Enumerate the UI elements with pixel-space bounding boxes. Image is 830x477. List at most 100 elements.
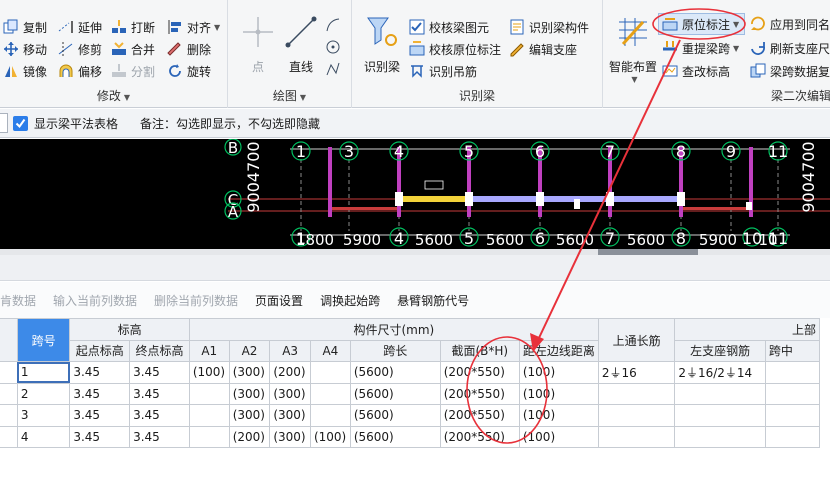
toolbar-copy-span-data[interactable]: 肯数据 bbox=[0, 292, 36, 309]
cell-end-elevation[interactable]: 3.45 bbox=[129, 382, 190, 405]
cell-section[interactable]: (200*550) bbox=[439, 382, 520, 405]
toolbar-cantilever-code[interactable]: 悬臂钢筋代号 bbox=[397, 292, 469, 309]
cell-edge-distance[interactable]: (100) bbox=[518, 382, 599, 405]
mirror-button[interactable]: 镜像 bbox=[2, 60, 47, 82]
cell-top-long-rebar[interactable] bbox=[597, 425, 676, 448]
cell-end-elevation[interactable]: 3.45 bbox=[129, 425, 190, 448]
cell-left-support-rebar[interactable] bbox=[674, 425, 766, 448]
cell-a2[interactable]: (300) bbox=[228, 382, 271, 405]
table-row[interactable]: 4 3.45 3.45 (200) (300) (100) (5600) (20… bbox=[0, 425, 821, 448]
cell-span[interactable]: 2 bbox=[16, 382, 71, 405]
cell-span[interactable]: 4 bbox=[16, 425, 71, 448]
cell-edge-distance[interactable]: (100) bbox=[518, 404, 599, 427]
cell-a3[interactable]: (300) bbox=[269, 425, 311, 448]
cell-section[interactable]: (200*550) bbox=[439, 425, 520, 448]
move-button[interactable]: 移动 bbox=[2, 38, 47, 60]
cell-span-length[interactable]: (5600) bbox=[349, 361, 441, 384]
cell-a3[interactable]: (300) bbox=[269, 404, 311, 427]
row-header[interactable] bbox=[0, 382, 18, 405]
cell-start-elevation[interactable]: 3.45 bbox=[69, 404, 131, 427]
cell-a2[interactable]: (300) bbox=[228, 404, 271, 427]
toolbar-swap-start-span[interactable]: 调换起始跨 bbox=[320, 292, 380, 309]
polyline-button[interactable] bbox=[324, 58, 345, 80]
table-row[interactable]: 1 3.45 3.45 (100) (300) (200) (5600) (20… bbox=[0, 361, 821, 384]
cell-span-length[interactable]: (5600) bbox=[349, 382, 441, 405]
cell-left-support-rebar[interactable] bbox=[674, 404, 766, 427]
identify-beam-button[interactable]: 识别梁 bbox=[356, 12, 408, 75]
cell-a3[interactable]: (300) bbox=[269, 382, 311, 405]
cell-a1[interactable] bbox=[188, 382, 230, 405]
cell-a1[interactable] bbox=[188, 425, 230, 448]
trim-button[interactable]: 修剪 bbox=[57, 38, 102, 60]
cell-a4[interactable] bbox=[309, 404, 351, 427]
cell-span[interactable]: 1 bbox=[16, 361, 71, 384]
identify-beam-component-button[interactable]: 识别梁构件 bbox=[508, 16, 589, 38]
query-elevation-button[interactable]: 查改标高 bbox=[661, 60, 730, 82]
cell-a4[interactable] bbox=[309, 361, 351, 384]
extend-button[interactable]: 延伸 bbox=[57, 16, 102, 38]
merge-button[interactable]: 合并 bbox=[110, 38, 155, 60]
cell-section[interactable]: (200*550) bbox=[439, 361, 520, 384]
break-button[interactable]: 打断 bbox=[110, 16, 155, 38]
delete-button[interactable]: 删除 bbox=[166, 38, 211, 60]
toolbar-delete-column-data[interactable]: 删除当前列数据 bbox=[154, 292, 238, 309]
cell-start-elevation[interactable]: 3.45 bbox=[69, 382, 131, 405]
smart-layout-button[interactable]: 智能布置 ▼ bbox=[605, 12, 661, 84]
row-header[interactable] bbox=[0, 425, 18, 448]
cell-start-elevation[interactable]: 3.45 bbox=[69, 425, 131, 448]
cell-a1[interactable] bbox=[188, 404, 230, 427]
check-beam-element-button[interactable]: 校核梁图元 bbox=[408, 16, 489, 38]
show-table-checkbox[interactable] bbox=[13, 115, 28, 131]
cad-drawing[interactable]: 1 3 4 5 6 7 8 9 111 4 5 6 7 8 10 111800 5900 5600 5600 5600… bbox=[0, 139, 830, 249]
cell-a2[interactable]: (300) bbox=[228, 361, 271, 384]
cell-span-length[interactable]: (5600) bbox=[349, 404, 441, 427]
copy-span-data-button[interactable]: 梁跨数据复制 bbox=[749, 60, 830, 82]
cell-left-support-rebar[interactable] bbox=[674, 382, 766, 405]
re-extract-span-button[interactable]: 重提梁跨 ▼ bbox=[661, 37, 739, 59]
offset-button[interactable]: 偏移 bbox=[57, 60, 102, 82]
cell-edge-distance[interactable]: (100) bbox=[518, 361, 599, 384]
header-span-number[interactable]: 跨号 bbox=[16, 318, 71, 362]
split-button[interactable]: 分割 bbox=[110, 60, 155, 82]
cell-top-long-rebar[interactable] bbox=[597, 382, 676, 405]
cell-mid-span[interactable] bbox=[764, 361, 821, 384]
cell-mid-span[interactable] bbox=[764, 404, 821, 427]
copy-button[interactable]: 复制 bbox=[2, 16, 47, 38]
cell-left-support-rebar[interactable]: 2⏚16/2⏚14 bbox=[674, 361, 766, 384]
cell-mid-span[interactable] bbox=[764, 382, 821, 405]
apply-same-name-button[interactable]: 应用到同名梁 bbox=[749, 13, 830, 35]
original-label-button[interactable]: 原位标注 ▼ bbox=[661, 13, 739, 35]
header-start-elevation: 起点标高 bbox=[69, 339, 131, 362]
cell-a4[interactable] bbox=[309, 382, 351, 405]
line-button[interactable]: 直线 bbox=[275, 12, 327, 75]
cell-end-elevation[interactable]: 3.45 bbox=[129, 404, 190, 427]
cell-a4[interactable]: (100) bbox=[309, 425, 351, 448]
cell-start-elevation[interactable]: 3.45 bbox=[69, 361, 131, 384]
align-button[interactable]: 对齐 ▼ bbox=[166, 16, 220, 38]
drawing-canvas[interactable]: 1 3 4 5 6 7 8 9 11 1 4 5 6 7 8 10 11 1800 5900 5600 5600 5600… bbox=[0, 139, 830, 249]
table-row[interactable]: 2 3.45 3.45 (300) (300) (5600) (200*550)… bbox=[0, 382, 821, 405]
cell-span[interactable]: 3 bbox=[16, 404, 71, 427]
cell-a2[interactable]: (200) bbox=[228, 425, 271, 448]
check-original-label-button[interactable]: 校核原位标注 bbox=[408, 38, 501, 60]
arc-button[interactable] bbox=[324, 14, 345, 36]
table-row[interactable]: 3 3.45 3.45 (300) (300) (5600) (200*550)… bbox=[0, 404, 821, 427]
toolbar-page-setup[interactable]: 页面设置 bbox=[255, 292, 303, 309]
cell-edge-distance[interactable]: (100) bbox=[518, 425, 599, 448]
cell-span-length[interactable]: (5600) bbox=[349, 425, 441, 448]
circle-button[interactable] bbox=[324, 36, 345, 58]
cell-section[interactable]: (200*550) bbox=[439, 404, 520, 427]
rotate-button[interactable]: 旋转 bbox=[166, 60, 211, 82]
refresh-support-button[interactable]: 刷新支座尺寸 bbox=[749, 37, 830, 59]
cell-top-long-rebar[interactable]: 2⏚16 bbox=[597, 361, 676, 384]
toolbar-input-column-data[interactable]: 输入当前列数据 bbox=[53, 292, 137, 309]
row-header[interactable] bbox=[0, 361, 18, 384]
cell-a3[interactable]: (200) bbox=[269, 361, 311, 384]
edit-support-button[interactable]: 编辑支座 bbox=[508, 38, 577, 60]
cell-mid-span[interactable] bbox=[764, 425, 821, 448]
row-header[interactable] bbox=[0, 404, 18, 427]
cell-top-long-rebar[interactable] bbox=[597, 404, 676, 427]
identify-hanger-button[interactable]: 识别吊筋 bbox=[408, 60, 477, 82]
cell-a1[interactable]: (100) bbox=[188, 361, 230, 384]
cell-end-elevation[interactable]: 3.45 bbox=[129, 361, 190, 384]
